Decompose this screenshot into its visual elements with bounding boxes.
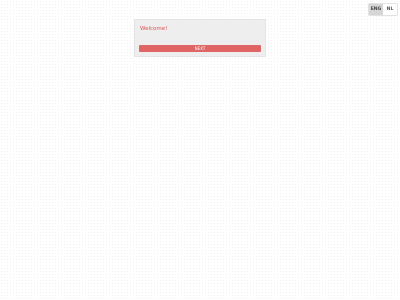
language-switch: ENG NL [368,3,398,16]
welcome-title: Welcome! [140,26,168,32]
language-option-nl[interactable]: NL [383,4,397,15]
next-button[interactable]: NEXT [139,45,261,52]
language-option-eng[interactable]: ENG [369,4,383,15]
welcome-card: Welcome! NEXT [134,19,266,57]
